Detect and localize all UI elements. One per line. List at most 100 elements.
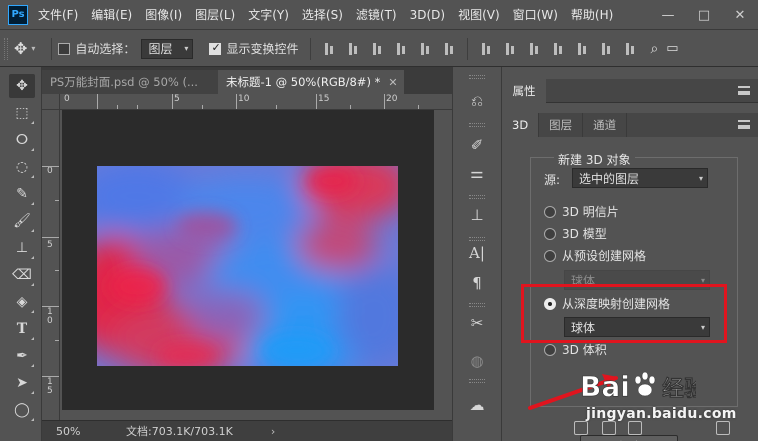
properties-title[interactable]: 属性	[502, 79, 546, 103]
option-3d-model[interactable]: 3D 模型	[544, 225, 607, 242]
eyedropper-tool-icon[interactable]: ✎	[9, 182, 35, 206]
radio-button[interactable]	[544, 227, 556, 240]
tool-preset-chevron-icon[interactable]: ▾	[31, 44, 35, 53]
menu-image[interactable]: 图像(I)	[145, 6, 182, 23]
render-icon[interactable]	[574, 421, 588, 435]
type-tool-icon[interactable]: T	[9, 317, 35, 341]
delete-icon[interactable]	[716, 421, 730, 435]
menu-help[interactable]: 帮助(H)	[571, 6, 613, 23]
options-divider	[51, 37, 53, 60]
option-label: 3D 模型	[562, 227, 607, 241]
dock-grip-icon[interactable]	[469, 123, 485, 127]
option-3d-postcard[interactable]: 3D 明信片	[544, 203, 619, 220]
tab-layers[interactable]: 图层	[539, 113, 584, 137]
panel-menu-icon[interactable]	[738, 120, 750, 129]
options-grip-icon[interactable]	[4, 37, 8, 60]
close-tab-icon[interactable]: ✕	[388, 76, 397, 89]
clone-source-icon[interactable]: ⊥	[465, 203, 489, 227]
pen-tool-icon[interactable]: ✒	[9, 344, 35, 368]
eraser-tool-icon[interactable]: ⌫	[9, 263, 35, 287]
menu-layer[interactable]: 图层(L)	[195, 6, 235, 23]
menu-3d[interactable]: 3D(D)	[410, 8, 445, 22]
distribute-hcenter-icon[interactable]	[576, 42, 588, 56]
window-controls: — □ ✕	[650, 0, 758, 30]
tab-label: PS万能封面.psd @ 50% (...	[50, 75, 198, 89]
radio-button[interactable]	[544, 249, 556, 262]
document-canvas[interactable]	[97, 166, 398, 366]
menu-type[interactable]: 文字(Y)	[248, 6, 289, 23]
ruler-label: 5	[174, 94, 180, 104]
menu-select[interactable]: 选择(S)	[302, 6, 343, 23]
paint-bucket-tool-icon[interactable]: ◈	[9, 290, 35, 314]
history-icon[interactable]: ⎌	[465, 89, 489, 113]
source-dropdown[interactable]: 选中的图层 ▾	[572, 168, 708, 188]
character-icon[interactable]: A|	[465, 241, 489, 265]
auto-select-checkbox[interactable]	[58, 42, 71, 55]
tab-document-1[interactable]: PS万能封面.psd @ 50% (...	[42, 70, 218, 94]
distribute-top-icon[interactable]	[480, 42, 492, 56]
status-menu-icon[interactable]: ›	[271, 425, 275, 438]
tab-document-2[interactable]: 未标题-1 @ 50%(RGB/8#) * ✕	[218, 70, 404, 94]
tab-channels[interactable]: 通道	[583, 113, 628, 137]
align-left-icon[interactable]	[395, 42, 407, 56]
move-options-icon[interactable]: ✥	[14, 39, 27, 58]
distribute-right-icon[interactable]	[600, 42, 612, 56]
baidu-watermark-logo: Bai 经验	[580, 370, 696, 404]
workspace-icon[interactable]: ▭	[666, 41, 678, 56]
adjustments-icon[interactable]: ⚌	[465, 161, 489, 185]
auto-align-icon[interactable]	[624, 42, 636, 56]
creative-cloud-icon[interactable]: ☁	[465, 393, 489, 417]
menu-edit[interactable]: 编辑(E)	[91, 6, 132, 23]
ellipse-tool-icon[interactable]: ◯	[9, 398, 35, 422]
panel-menu-icon[interactable]	[738, 86, 750, 95]
menu-view[interactable]: 视图(V)	[458, 6, 500, 23]
link-icon[interactable]	[628, 421, 642, 435]
menu-filter[interactable]: 滤镜(T)	[356, 6, 397, 23]
brush-settings-icon[interactable]: ✐	[465, 133, 489, 157]
ruler-label: 5	[47, 240, 53, 250]
marquee-tool-icon[interactable]: ⬚	[9, 101, 35, 125]
zoom-level[interactable]: 50%	[42, 425, 92, 438]
ruler-label: 0	[47, 166, 53, 176]
dock-grip-icon[interactable]	[469, 379, 485, 383]
menu-file[interactable]: 文件(F)	[38, 6, 78, 23]
sphere-icon[interactable]: ◍	[465, 349, 489, 373]
align-right-icon[interactable]	[443, 42, 455, 56]
move-tool-icon[interactable]: ✥	[9, 74, 35, 98]
auto-select-target-value: 图层	[148, 42, 173, 56]
distribute-bottom-icon[interactable]	[528, 42, 540, 56]
ruler-label: 15	[318, 94, 330, 104]
brush-tool-icon[interactable]: 🖌	[9, 209, 35, 233]
option-3d-volume[interactable]: 3D 体积	[544, 341, 607, 358]
paragraph-icon[interactable]: ¶	[465, 271, 489, 295]
close-icon[interactable]: ✕	[722, 8, 758, 23]
tab-3d[interactable]: 3D	[502, 113, 540, 137]
show-transform-checkbox[interactable]	[209, 41, 222, 55]
tools-icon[interactable]: ✂	[465, 311, 489, 335]
dock-grip-icon[interactable]	[469, 75, 485, 79]
auto-select-target-dropdown[interactable]: 图层 ▾	[141, 38, 194, 59]
quick-select-tool-icon[interactable]: ◌	[9, 155, 35, 179]
dock-grip-icon[interactable]	[469, 195, 485, 199]
maximize-icon[interactable]: □	[686, 8, 722, 23]
menu-window[interactable]: 窗口(W)	[513, 6, 558, 23]
camera-icon[interactable]	[602, 421, 616, 435]
distribute-vcenter-icon[interactable]	[504, 42, 516, 56]
align-hcenter-icon[interactable]	[419, 42, 431, 56]
search-icon[interactable]: ⌕	[650, 41, 658, 57]
stamp-tool-icon[interactable]: ⊥	[9, 236, 35, 260]
ruler-origin[interactable]	[42, 94, 60, 110]
radio-button[interactable]	[544, 205, 556, 218]
radio-button[interactable]	[544, 343, 556, 356]
path-select-tool-icon[interactable]: ➤	[9, 371, 35, 395]
option-mesh-from-preset[interactable]: 从预设创建网格	[544, 247, 646, 264]
tools-panel: ✥ ⬚ ⵔ ◌ ✎ 🖌 ⊥ ⌫ ◈ T ✒ ➤ ◯	[0, 67, 42, 441]
minimize-icon[interactable]: —	[650, 8, 686, 23]
tab-label: 未标题-1 @ 50%(RGB/8#) *	[226, 75, 381, 89]
align-bottom-icon[interactable]	[371, 42, 383, 56]
dock-grip-icon[interactable]	[469, 303, 485, 307]
align-top-icon[interactable]	[323, 42, 335, 56]
align-vcenter-icon[interactable]	[347, 42, 359, 56]
distribute-left-icon[interactable]	[552, 42, 564, 56]
lasso-tool-icon[interactable]: ⵔ	[9, 128, 35, 152]
